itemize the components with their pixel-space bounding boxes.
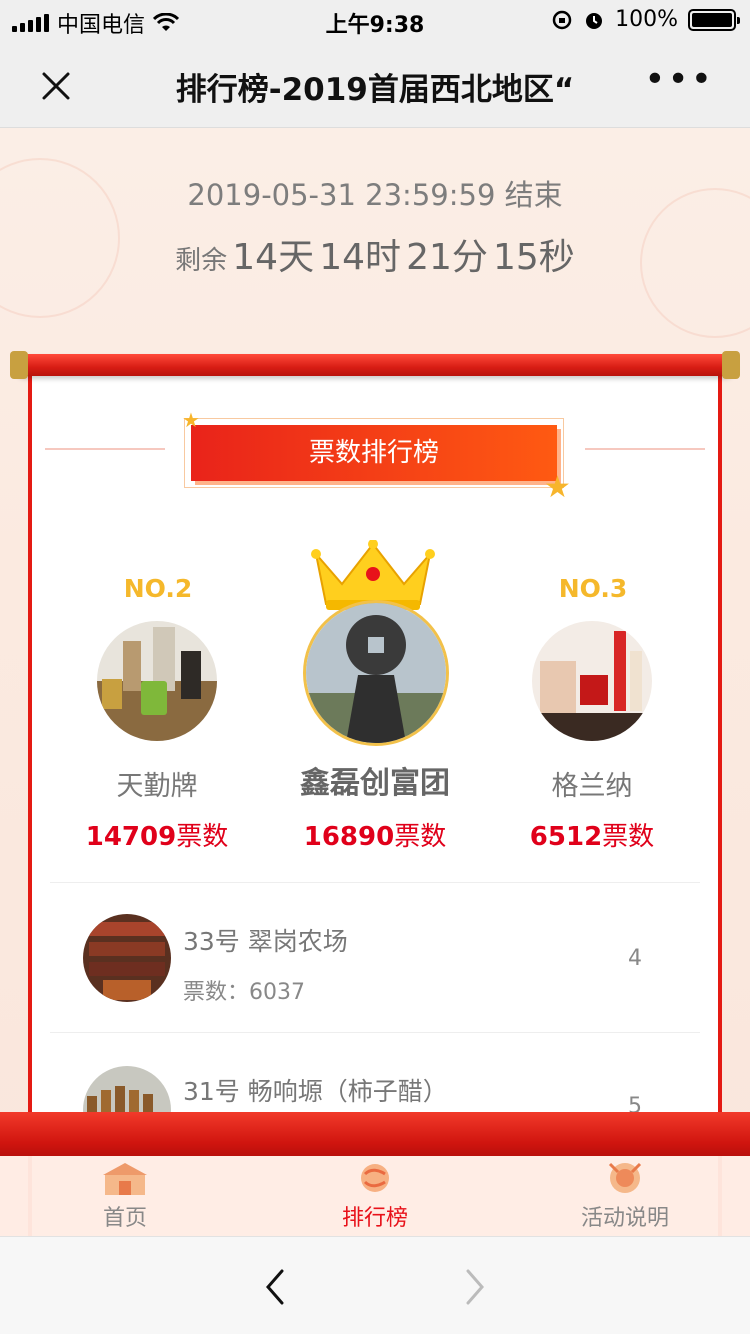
rank-3-label: NO.3 [558,574,628,603]
countdown-minutes: 21分 [406,237,488,278]
countdown-seconds: 15秒 [493,237,575,278]
star-icon: ★ [182,408,200,432]
tab-rules-label: 活动说明 [580,1206,669,1231]
rank-3-vote-count: 6512 [529,822,603,852]
votes-unit: 票数 [176,822,229,852]
list-item-votes: 票数：6037 [183,980,305,1005]
rank-2-votes: 14709票数 [57,816,257,853]
rank-1-votes: 16890票数 [275,816,475,853]
rank-1-name: 鑫磊创富团 [300,766,450,801]
rank-3-votes: 6512票数 [492,816,692,853]
status-bar: 中国电信 上午9:38 100% [0,0,750,40]
divider [50,1032,700,1033]
list-item-photo [83,914,171,1002]
ribbon-decoration [0,1112,750,1156]
rank-3-name: 格兰纳 [551,771,633,802]
rotation-lock-icon [552,10,572,29]
countdown-hours: 14时 [319,237,401,278]
ranking-icon [361,1164,389,1192]
countdown-remaining: 剩余 14天 14时 21分 15秒 [0,228,750,280]
battery-icon [688,8,740,31]
rank-1-avatar[interactable] [303,600,449,746]
tab-ranking[interactable]: 排行榜 [295,1160,455,1232]
star-icon: ★ [544,470,571,505]
forward-arrow-icon[interactable] [460,1267,490,1307]
votes-unit: 票数 [602,822,655,852]
divider [50,882,700,883]
rank-1-photo [306,603,446,743]
countdown-end-time: 2019-05-31 23:59:59 结束 [187,178,563,212]
tab-ranking-label: 排行榜 [341,1206,408,1231]
tab-home-label: 首页 [102,1206,147,1231]
list-item-avatar[interactable] [83,914,171,1002]
list-item-rank: 4 [628,946,642,971]
rank-2-avatar[interactable] [97,621,217,741]
bottom-tab-bar: 首页 排行榜 活动说明 [0,1156,750,1236]
ranking-page[interactable]: 2019-05-31 23:59:59 结束 剩余 14天 14时 21分 15… [0,128,750,1236]
browser-toolbar [0,1236,750,1334]
rank-2-label: NO.2 [123,574,193,603]
tab-rules[interactable]: 活动说明 [545,1160,705,1232]
page-title: 排行榜-2019首届西北地区“ [175,72,575,108]
alarm-icon [586,12,603,29]
rank-3-photo [532,621,652,741]
rank-1-vote-count: 16890 [303,822,395,852]
rank-2-vote-count: 14709 [85,822,177,852]
rank-2-name: 天勤牌 [116,771,198,802]
more-menu-icon[interactable]: ••• [644,62,714,98]
countdown-days: 14天 [232,237,315,278]
nav-bar: 排行榜-2019首届西北地区“ ••• [0,40,750,128]
scroll-rod-decoration [10,351,740,379]
banner-line-left [45,448,165,450]
tab-home[interactable]: 首页 [45,1160,205,1232]
list-item-title[interactable]: 31号 畅响塬（柿子醋） [183,1072,448,1108]
home-gate-icon [103,1163,147,1195]
rank-3-avatar[interactable] [532,621,652,741]
back-arrow-icon[interactable] [260,1267,290,1307]
status-right: 100% [551,7,740,32]
list-item-title[interactable]: 33号 翠岗农场 [183,922,348,958]
rank-2-photo [97,621,217,741]
banner-line-right [585,448,705,450]
countdown-label: 剩余 [175,246,228,276]
close-icon[interactable] [36,66,76,106]
votes-unit: 票数 [394,822,447,852]
battery-label: 100% [615,7,678,32]
drum-icon [608,1162,642,1193]
board-title-banner: 票数排行榜 [191,425,557,481]
